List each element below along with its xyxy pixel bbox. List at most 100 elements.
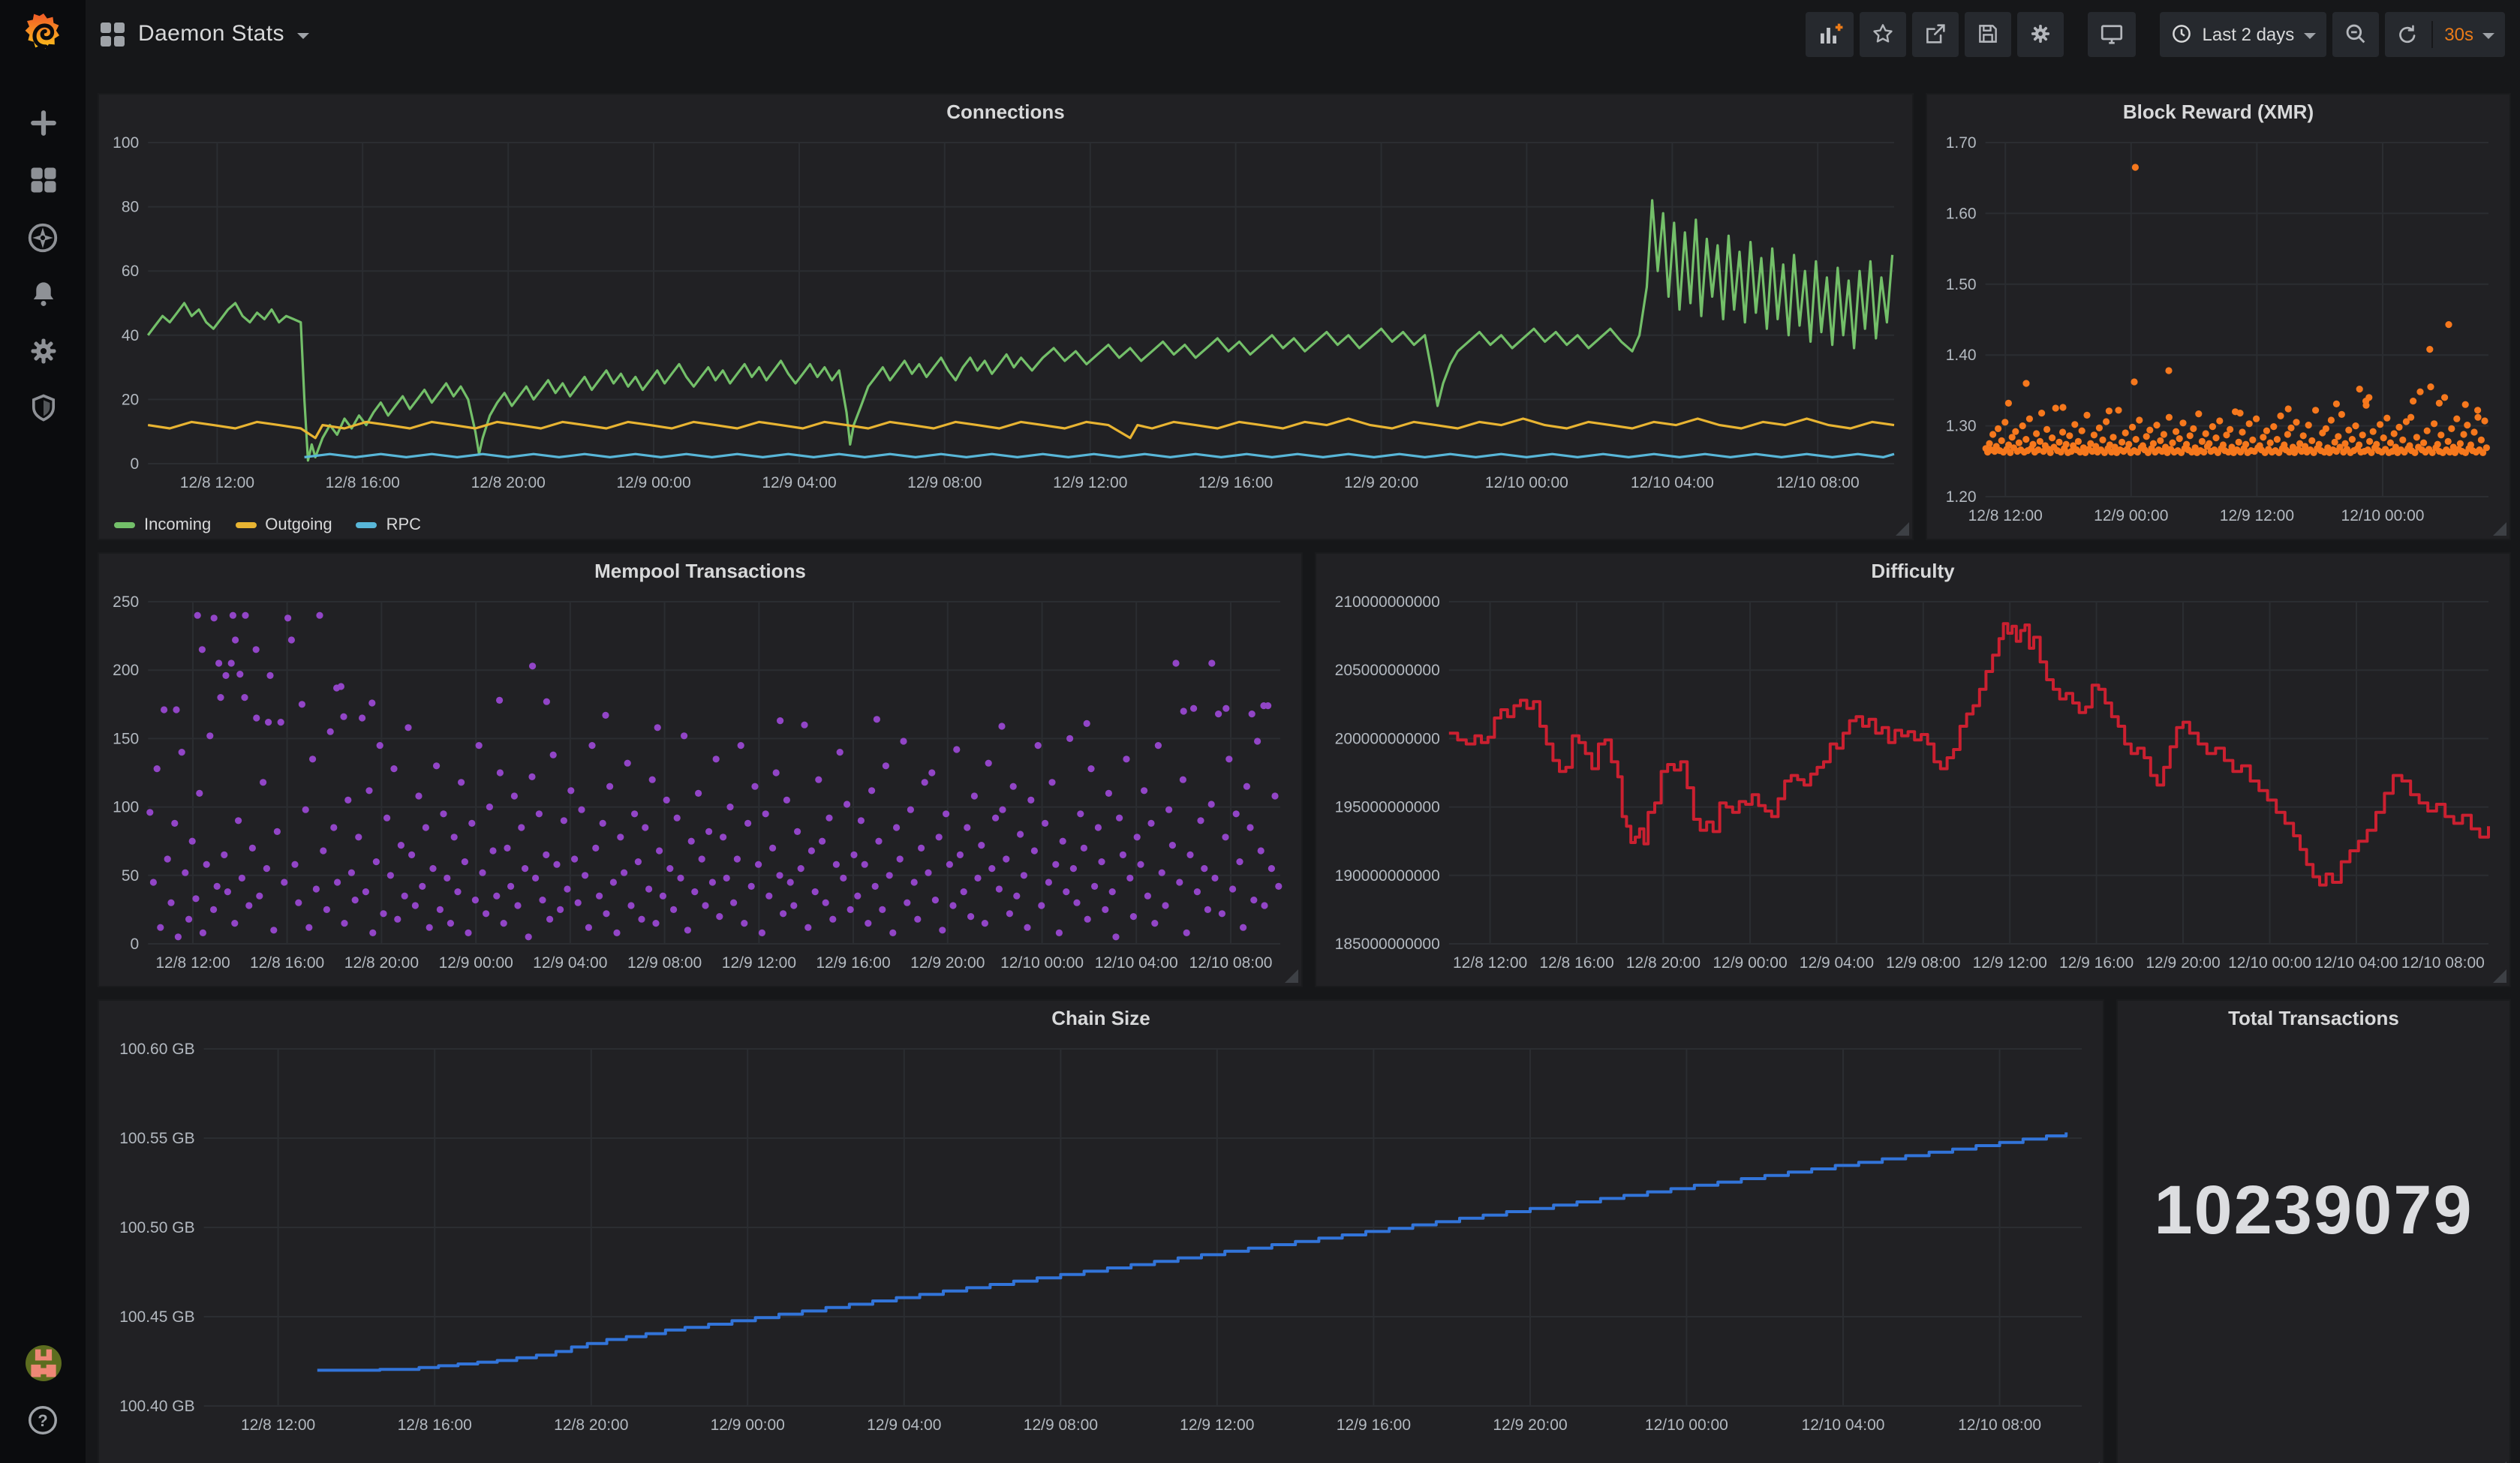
svg-text:12/8 20:00: 12/8 20:00 [344, 954, 419, 972]
svg-text:12/9 04:00: 12/9 04:00 [867, 1416, 941, 1434]
svg-text:200000000000: 200000000000 [1335, 730, 1440, 747]
svg-text:100.40 GB: 100.40 GB [119, 1398, 194, 1415]
svg-text:12/9 04:00: 12/9 04:00 [533, 954, 607, 972]
svg-text:185000000000: 185000000000 [1335, 936, 1440, 953]
share-button[interactable] [1913, 11, 1959, 56]
help-icon[interactable]: ? [25, 1401, 61, 1437]
svg-text:1.50: 1.50 [1946, 276, 1977, 293]
svg-text:12/10 00:00: 12/10 00:00 [1000, 954, 1084, 972]
svg-text:12/9 16:00: 12/9 16:00 [2059, 954, 2134, 972]
svg-text:205000000000: 205000000000 [1335, 662, 1440, 679]
svg-text:50: 50 [122, 867, 139, 885]
zoom-out-button[interactable] [2332, 11, 2378, 56]
mempool-chart[interactable]: 12/8 12:0012/8 16:0012/8 20:0012/9 00:00… [99, 590, 1301, 983]
dashboard-title-caret-icon [298, 32, 310, 38]
refresh-interval-caret-icon [2482, 32, 2494, 38]
svg-text:12/8 12:00: 12/8 12:00 [1968, 507, 2043, 524]
svg-text:12/9 08:00: 12/9 08:00 [1886, 954, 1960, 972]
legend-item-incoming[interactable]: Incoming [114, 516, 211, 534]
svg-text:12/9 20:00: 12/9 20:00 [1493, 1416, 1567, 1434]
svg-text:12/8 20:00: 12/8 20:00 [554, 1416, 628, 1434]
svg-text:12/9 08:00: 12/9 08:00 [1024, 1416, 1098, 1434]
save-button[interactable] [1965, 11, 2012, 56]
chain-size-chart[interactable]: 12/8 12:0012/8 16:0012/8 20:0012/9 00:00… [99, 1037, 2103, 1445]
time-range-picker[interactable]: Last 2 days [2161, 11, 2326, 56]
time-range-caret-icon [2303, 32, 2315, 38]
refresh-button-group[interactable]: 30s [2384, 11, 2505, 56]
svg-text:12/10 08:00: 12/10 08:00 [1189, 954, 1273, 972]
svg-text:12/9 04:00: 12/9 04:00 [762, 474, 836, 491]
difficulty-chart[interactable]: 12/8 12:0012/8 16:0012/8 20:0012/9 00:00… [1316, 590, 2509, 983]
legend-swatch-icon [114, 522, 135, 528]
panel-title-difficulty[interactable]: Difficulty [1316, 554, 2509, 590]
panel-resize-handle[interactable] [1896, 522, 1909, 536]
panel-total-transactions: Total Transactions 10239079 [2116, 999, 2511, 1463]
svg-text:12/10 08:00: 12/10 08:00 [2401, 954, 2485, 972]
legend-swatch-icon [235, 522, 256, 528]
add-panel-button[interactable] [1806, 11, 1854, 56]
total-transactions-value: 10239079 [2154, 1169, 2473, 1250]
svg-text:250: 250 [113, 593, 139, 611]
panel-title-connections[interactable]: Connections [99, 95, 1912, 131]
dashboard-squares-icon [101, 22, 125, 46]
connections-legend: Incoming Outgoing RPC [99, 510, 1912, 540]
svg-text:80: 80 [122, 199, 139, 216]
star-button[interactable] [1860, 11, 1907, 56]
legend-item-rpc[interactable]: RPC [356, 516, 421, 534]
svg-text:12/9 12:00: 12/9 12:00 [1053, 474, 1127, 491]
panel-title-chain-size[interactable]: Chain Size [99, 1001, 2103, 1037]
svg-text:100: 100 [113, 799, 139, 816]
grafana-dashboard: ? Daemon Stats [0, 0, 2520, 1463]
svg-text:12/9 00:00: 12/9 00:00 [616, 474, 690, 491]
svg-text:12/9 12:00: 12/9 12:00 [1973, 954, 2047, 972]
panel-chain-size: Chain Size 12/8 12:0012/8 16:0012/8 20:0… [98, 999, 2104, 1463]
svg-text:12/9 16:00: 12/9 16:00 [816, 954, 890, 972]
configuration-gear-icon[interactable] [25, 333, 61, 369]
svg-text:210000000000: 210000000000 [1335, 593, 1440, 611]
svg-text:12/9 16:00: 12/9 16:00 [1337, 1416, 1411, 1434]
panel-title-total-transactions[interactable]: Total Transactions [2118, 1001, 2509, 1037]
svg-text:12/9 00:00: 12/9 00:00 [2094, 507, 2168, 524]
alerting-bell-icon[interactable] [25, 276, 61, 312]
svg-text:40: 40 [122, 327, 139, 344]
svg-text:12/10 04:00: 12/10 04:00 [1095, 954, 1178, 972]
block-reward-chart[interactable]: 12/8 12:0012/9 00:0012/9 12:0012/10 00:0… [1927, 131, 2509, 536]
dashboards-icon[interactable] [25, 162, 61, 198]
svg-text:12/10 00:00: 12/10 00:00 [2228, 954, 2311, 972]
svg-text:200: 200 [113, 662, 139, 679]
svg-text:12/9 12:00: 12/9 12:00 [722, 954, 796, 972]
svg-text:100.60 GB: 100.60 GB [119, 1041, 194, 1058]
svg-text:190000000000: 190000000000 [1335, 867, 1440, 885]
grafana-logo-icon[interactable] [19, 11, 67, 59]
svg-text:12/8 16:00: 12/8 16:00 [1539, 954, 1613, 972]
svg-text:12/10 00:00: 12/10 00:00 [1645, 1416, 1728, 1434]
svg-text:12/8 16:00: 12/8 16:00 [250, 954, 324, 972]
svg-text:12/9 16:00: 12/9 16:00 [1198, 474, 1273, 491]
connections-chart[interactable]: 12/8 12:0012/8 16:0012/8 20:0012/9 00:00… [99, 131, 1915, 503]
admin-shield-icon[interactable] [25, 390, 61, 426]
svg-text:12/10 08:00: 12/10 08:00 [1776, 474, 1860, 491]
svg-text:12/9 00:00: 12/9 00:00 [711, 1416, 785, 1434]
svg-text:12/9 12:00: 12/9 12:00 [2220, 507, 2294, 524]
svg-text:20: 20 [122, 391, 139, 408]
svg-text:12/8 12:00: 12/8 12:00 [241, 1416, 315, 1434]
svg-text:?: ? [38, 1410, 47, 1429]
svg-text:12/9 04:00: 12/9 04:00 [1800, 954, 1874, 972]
dashboard-title-button[interactable]: Daemon Stats [101, 21, 310, 47]
cycle-view-monitor-button[interactable] [2088, 11, 2137, 56]
dashboard-settings-gear-button[interactable] [2018, 11, 2064, 56]
svg-text:12/8 16:00: 12/8 16:00 [326, 474, 400, 491]
panel-resize-handle[interactable] [2493, 522, 2506, 536]
panel-title-block-reward[interactable]: Block Reward (XMR) [1927, 95, 2509, 131]
dashboard-title: Daemon Stats [138, 21, 284, 47]
refresh-icon [2395, 22, 2419, 46]
svg-text:1.30: 1.30 [1946, 418, 1977, 435]
svg-text:12/8 12:00: 12/8 12:00 [1453, 954, 1527, 972]
panel-resize-handle[interactable] [2493, 969, 2506, 983]
create-plus-icon[interactable] [25, 105, 61, 141]
explore-compass-icon[interactable] [25, 219, 61, 255]
legend-item-outgoing[interactable]: Outgoing [235, 516, 332, 534]
panel-title-mempool[interactable]: Mempool Transactions [99, 554, 1301, 590]
panel-resize-handle[interactable] [1285, 969, 1298, 983]
user-avatar[interactable] [25, 1344, 61, 1380]
